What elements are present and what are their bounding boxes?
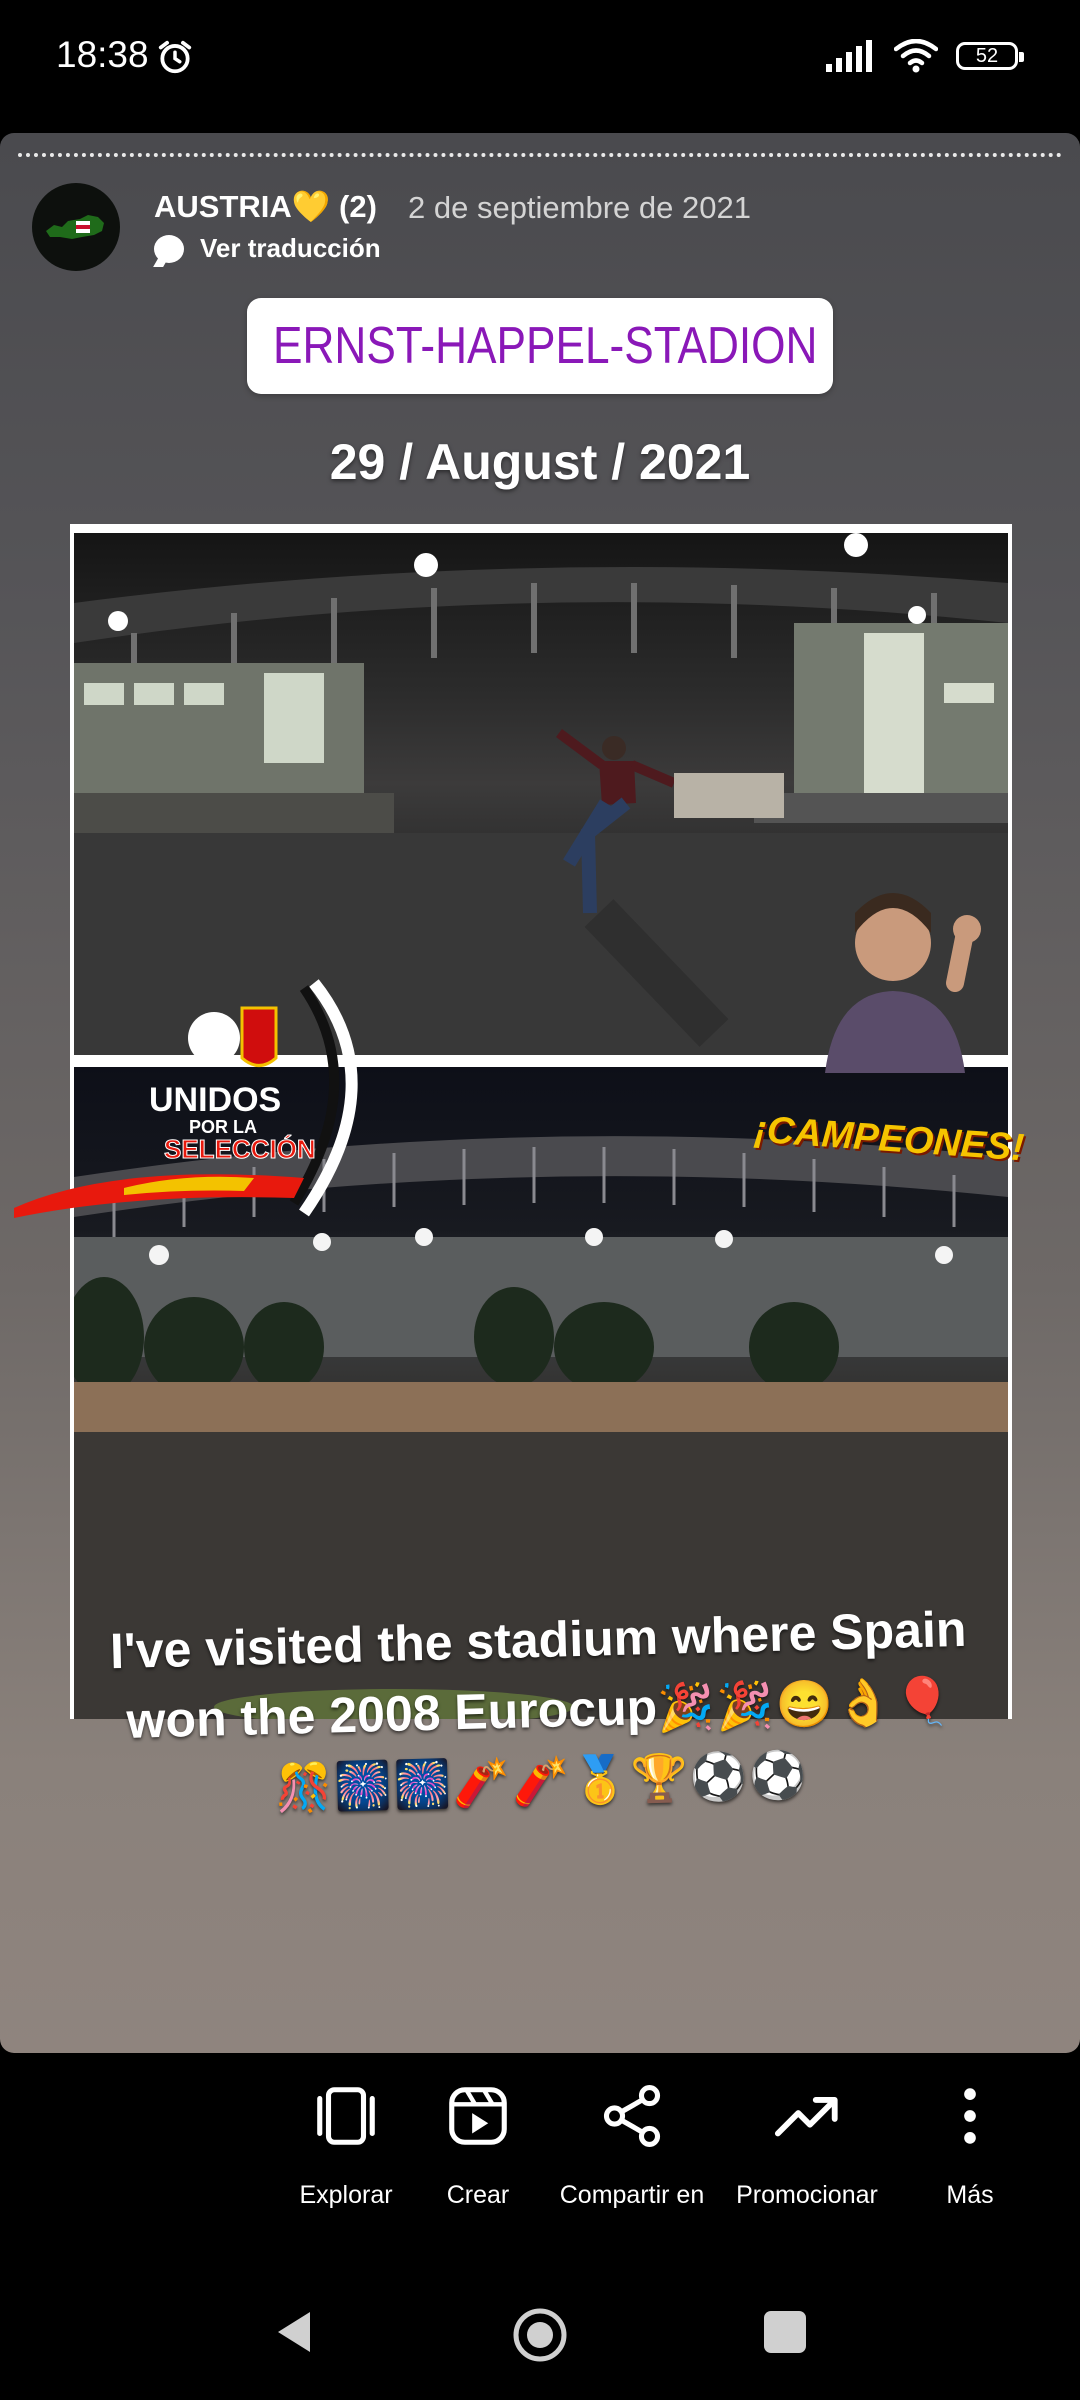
- create-label: Crear: [446, 2181, 510, 2209]
- more-button[interactable]: Más: [870, 2081, 1070, 2210]
- speech-bubble-icon: [154, 234, 184, 263]
- story-progress-bar: [18, 153, 1062, 157]
- austria-map-icon: [46, 215, 104, 239]
- promote-label: Promocionar: [736, 2181, 878, 2209]
- recents-icon[interactable]: [760, 2307, 810, 2357]
- explore-icon: [317, 2087, 375, 2145]
- story-count: (2): [339, 189, 377, 224]
- status-bar: 18:38 52: [0, 0, 1080, 118]
- username-text: AUSTRIA💛: [154, 189, 331, 224]
- share-icon: [603, 2085, 661, 2147]
- username[interactable]: AUSTRIA💛 (2): [154, 188, 377, 225]
- more-icon: [964, 2088, 976, 2144]
- more-label: Más: [946, 2181, 994, 2209]
- home-icon[interactable]: [512, 2307, 568, 2363]
- person-sticker: [825, 893, 981, 1073]
- trending-icon: [774, 2097, 838, 2137]
- share-button[interactable]: Compartir en: [532, 2081, 732, 2210]
- location-name: ERNST-HAPPEL-STADION: [272, 317, 818, 375]
- story-date-text: 29 / August / 2021: [329, 434, 751, 490]
- back-icon[interactable]: [270, 2307, 320, 2357]
- avatar[interactable]: [32, 183, 120, 271]
- battery-level: 52: [975, 44, 999, 67]
- clock: 18:38: [56, 34, 149, 75]
- alarm-icon: [158, 40, 192, 74]
- battery-indicator: 52: [956, 42, 1024, 70]
- translate-button[interactable]: Ver traducción: [154, 233, 381, 264]
- wifi-icon: [894, 39, 938, 73]
- location-sticker[interactable]: ERNST-HAPPEL-STADION: [247, 298, 833, 394]
- story-viewer[interactable]: AUSTRIA💛 (2) 2 de septiembre de 2021 Ver…: [0, 133, 1080, 2053]
- story-caption: I've visited the stadium where Spain won…: [57, 1592, 1022, 1828]
- story-actions-bar: Explorar Crear Compartir en Promocionar: [0, 2053, 1080, 2263]
- badge-line-1: UNIDOS: [149, 1081, 281, 1119]
- unidos-seleccion-sticker: UNIDOS POR LA SELECCIÓN: [14, 963, 394, 1223]
- post-date: 2 de septiembre de 2021: [408, 190, 751, 225]
- system-nav-bar: [0, 2263, 1080, 2400]
- translate-label: Ver traducción: [200, 233, 381, 263]
- caption-line-2: won the 2008 Eurocup: [125, 1678, 658, 1749]
- caption-emoji-line-2: 🎉🎉😄👌🎈: [656, 1674, 955, 1734]
- signal-icon: [826, 40, 872, 72]
- reels-icon: [449, 2087, 507, 2145]
- badge-line-3: SELECCIÓN: [164, 1134, 316, 1164]
- share-label: Compartir en: [559, 2181, 705, 2209]
